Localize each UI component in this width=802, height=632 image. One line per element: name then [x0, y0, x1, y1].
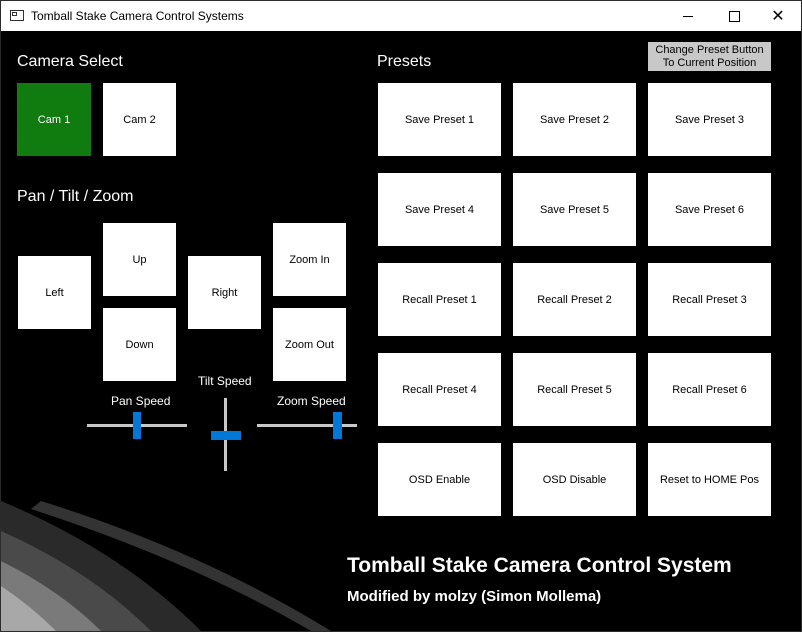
close-button[interactable]: ✕ [755, 1, 801, 31]
minimize-icon [683, 15, 693, 17]
tilt-speed-thumb[interactable] [211, 430, 241, 440]
save-preset-1-button[interactable]: Save Preset 1 [378, 83, 501, 156]
title-bar[interactable]: Tomball Stake Camera Control Systems ✕ [1, 1, 801, 31]
recall-preset-3-button[interactable]: Recall Preset 3 [648, 263, 771, 336]
osd-disable-button[interactable]: OSD Disable [513, 443, 636, 516]
client-area: Camera Select Cam 1 Cam 2 Pan / Tilt / Z… [1, 31, 801, 631]
window-title: Tomball Stake Camera Control Systems [31, 9, 244, 23]
save-preset-3-button[interactable]: Save Preset 3 [648, 83, 771, 156]
pan-speed-thumb[interactable] [133, 412, 141, 439]
tilt-speed-label: Tilt Speed [198, 374, 252, 388]
minimize-button[interactable] [665, 1, 711, 31]
recall-preset-2-button[interactable]: Recall Preset 2 [513, 263, 636, 336]
recall-preset-4-button[interactable]: Recall Preset 4 [378, 353, 501, 426]
recall-preset-6-button[interactable]: Recall Preset 6 [648, 353, 771, 426]
cam-1-button[interactable]: Cam 1 [17, 83, 91, 156]
pan-up-button[interactable]: Up [103, 223, 176, 296]
osd-enable-button[interactable]: OSD Enable [378, 443, 501, 516]
recall-preset-1-button[interactable]: Recall Preset 1 [378, 263, 501, 336]
pan-speed-label: Pan Speed [111, 394, 171, 408]
maximize-icon [728, 10, 740, 22]
footer-title: Tomball Stake Camera Control System [347, 554, 732, 577]
change-preset-line-2: To Current Position [662, 56, 757, 69]
app-window: Tomball Stake Camera Control Systems ✕ C… [0, 0, 802, 632]
change-preset-line-1: Change Preset Button [655, 43, 764, 56]
ptz-heading: Pan / Tilt / Zoom [17, 188, 134, 205]
zoom-speed-label: Zoom Speed [277, 394, 346, 408]
save-preset-5-button[interactable]: Save Preset 5 [513, 173, 636, 246]
camera-select-heading: Camera Select [17, 53, 123, 70]
save-preset-2-button[interactable]: Save Preset 2 [513, 83, 636, 156]
reset-home-button[interactable]: Reset to HOME Pos [648, 443, 771, 516]
zoom-speed-slider[interactable] [257, 424, 357, 427]
presets-heading: Presets [377, 53, 432, 70]
save-preset-4-button[interactable]: Save Preset 4 [378, 173, 501, 246]
maximize-button[interactable] [711, 1, 757, 31]
pan-left-button[interactable]: Left [18, 256, 91, 329]
zoom-speed-thumb[interactable] [333, 412, 342, 439]
footer-subtitle: Modified by molzy (Simon Mollema) [347, 588, 602, 605]
pan-down-button[interactable]: Down [103, 308, 176, 381]
zoom-out-button[interactable]: Zoom Out [273, 308, 346, 381]
pan-right-button[interactable]: Right [188, 256, 261, 329]
change-preset-button[interactable]: Change Preset Button To Current Position [648, 42, 771, 71]
app-window-icon [10, 10, 24, 21]
close-icon: ✕ [771, 8, 785, 25]
recall-preset-5-button[interactable]: Recall Preset 5 [513, 353, 636, 426]
cam-2-button[interactable]: Cam 2 [103, 83, 176, 156]
zoom-in-button[interactable]: Zoom In [273, 223, 346, 296]
save-preset-6-button[interactable]: Save Preset 6 [648, 173, 771, 246]
